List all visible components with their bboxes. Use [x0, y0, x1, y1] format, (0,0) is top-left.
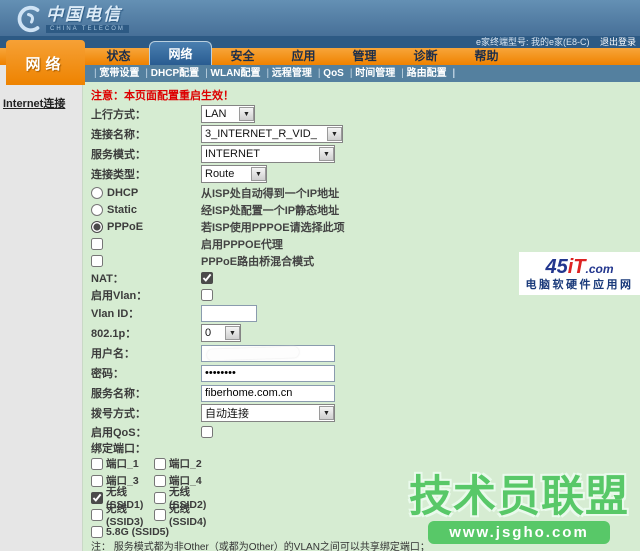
logout-link[interactable]: 退出登录	[600, 37, 636, 47]
subnav-routing[interactable]: 路由配置	[398, 68, 449, 79]
tab-network[interactable]: 网络	[149, 41, 212, 65]
45it-caption: 电脑软硬件应用网	[525, 278, 634, 291]
tab-diagnostics[interactable]: 诊断	[395, 48, 456, 65]
static-radio[interactable]	[91, 203, 103, 216]
dial-mode-label: 拨号方式：	[91, 408, 146, 420]
tab-status[interactable]: 状态	[88, 48, 149, 65]
nav-tabs: 状态 网络 安全 应用 管理 诊断 帮助	[88, 36, 517, 65]
subnav-broadband[interactable]: 宽带设置	[91, 68, 142, 79]
uplink-mode-label: 上行方式：	[91, 109, 146, 121]
jsgho-url: www.jsgho.com	[428, 521, 610, 544]
chevron-down-icon: ▼	[225, 326, 240, 340]
china-telecom-logo-icon	[12, 4, 42, 34]
username-label: 用户名：	[91, 348, 135, 360]
ssid5-label: 5.8G (SSID5)	[106, 525, 170, 538]
jsgho-watermark: 技术员联盟 www.jsgho.com	[400, 474, 638, 544]
subnav: 宽带设置DHCP配置WLAN配置远程管理QoS时间管理路由配置	[85, 65, 640, 82]
china-telecom-logo: 中国电信 CHINA TELECOM	[12, 4, 129, 34]
pppoe-proxy-checkbox[interactable]	[91, 237, 103, 250]
brand-name: 中国电信	[46, 4, 122, 24]
static-radio-label: Static	[107, 203, 137, 216]
45it-watermark: 45iT.com 电脑软硬件应用网	[519, 252, 640, 295]
vlan-id-label: Vlan ID：	[91, 308, 140, 320]
service-name-label: 服务名称：	[91, 388, 146, 400]
nat-label: NAT：	[91, 272, 124, 285]
chevron-down-icon: ▼	[239, 107, 254, 121]
port2-checkbox[interactable]	[154, 457, 166, 470]
chevron-down-icon: ▼	[327, 127, 342, 141]
static-desc: 经ISP处配置一个IP静态地址	[201, 204, 340, 217]
password-input[interactable]	[201, 364, 335, 382]
pppoe-radio-label: PPPoE	[107, 220, 144, 233]
chevron-down-icon: ▼	[319, 147, 334, 161]
dhcp-radio-label: DHCP	[107, 186, 139, 199]
ssid4-checkbox[interactable]	[154, 508, 166, 521]
dhcp-desc: 从ISP处自动得到一个IP地址	[201, 187, 340, 200]
ssid5-checkbox[interactable]	[91, 525, 103, 538]
sidebar-section-title: 网络	[6, 40, 85, 85]
pppoe-radio[interactable]	[91, 220, 103, 233]
header: 中国电信 CHINA TELECOM	[0, 0, 640, 36]
port1-label: 端口_1	[106, 458, 139, 470]
jsgho-title: 技术员联盟	[409, 473, 629, 521]
service-mode-select[interactable]: INTERNET ▼	[201, 145, 335, 163]
ssid3-label: 无线(SSID3)	[106, 503, 144, 528]
connection-type-label: 连接类型：	[91, 169, 146, 181]
qos-label: 启用QoS：	[91, 426, 147, 439]
pppoe-bridge-checkbox[interactable]	[91, 254, 103, 267]
subnav-time[interactable]: 时间管理	[347, 68, 398, 79]
port2-label: 端口_2	[169, 458, 202, 470]
port1-checkbox[interactable]	[91, 457, 103, 470]
subnav-qos[interactable]: QoS	[315, 68, 347, 79]
sidebar-item-internet-connection[interactable]: Internet连接	[3, 95, 82, 111]
subnav-remote[interactable]: 远程管理	[264, 68, 315, 79]
uplink-mode-select[interactable]: LAN ▼	[201, 105, 255, 123]
vlan-enable-label: 启用Vlan：	[91, 289, 148, 302]
pppoe-proxy-label: 启用PPPOE代理	[201, 238, 283, 251]
chevron-down-icon: ▼	[251, 167, 266, 181]
pppoe-desc: 若ISP使用PPPOE请选择此项	[201, 221, 345, 234]
ssid4-label: 无线(SSID4)	[169, 503, 207, 528]
qos-checkbox[interactable]	[201, 425, 213, 438]
tab-application[interactable]: 应用	[273, 48, 334, 65]
tab-help[interactable]: 帮助	[456, 48, 517, 65]
8021p-select[interactable]: 0 ▼	[201, 324, 241, 342]
pppoe-bridge-label: PPPoE路由桥混合模式	[201, 255, 315, 268]
connection-name-label: 连接名称：	[91, 129, 146, 141]
service-mode-label: 服务模式：	[91, 149, 146, 161]
nat-checkbox[interactable]	[201, 271, 213, 284]
dhcp-radio[interactable]	[91, 186, 103, 199]
connection-name-select[interactable]: 3_INTERNET_R_VID_ ▼	[201, 125, 343, 143]
sidebar: Internet连接	[0, 65, 83, 551]
restart-notice: 注意：本页面配置重启生效！	[91, 90, 234, 102]
vlan-id-input[interactable]	[201, 304, 257, 322]
brand-name-en: CHINA TELECOM	[46, 24, 129, 33]
ssid3-checkbox[interactable]	[91, 508, 103, 521]
router-config-page: 中国电信 CHINA TELECOM e家终端型号: 我的e家(E8-C) 退出…	[0, 0, 640, 551]
vlan-enable-checkbox[interactable]	[201, 288, 213, 301]
45it-logo: 45iT.com	[545, 255, 614, 278]
tab-security[interactable]: 安全	[212, 48, 273, 65]
8021p-label: 802.1p：	[91, 328, 137, 340]
bind-ports-label: 绑定端口：	[91, 442, 146, 455]
chevron-down-icon: ▼	[319, 406, 334, 420]
service-name-input[interactable]	[201, 384, 335, 402]
tab-management[interactable]: 管理	[334, 48, 395, 65]
connection-type-select[interactable]: Route ▼	[201, 165, 267, 183]
subnav-dhcp[interactable]: DHCP配置	[142, 68, 202, 79]
dial-mode-select[interactable]: 自动连接 ▼	[201, 404, 335, 422]
subnav-wlan[interactable]: WLAN配置	[202, 68, 263, 79]
password-label: 密码：	[91, 368, 124, 380]
